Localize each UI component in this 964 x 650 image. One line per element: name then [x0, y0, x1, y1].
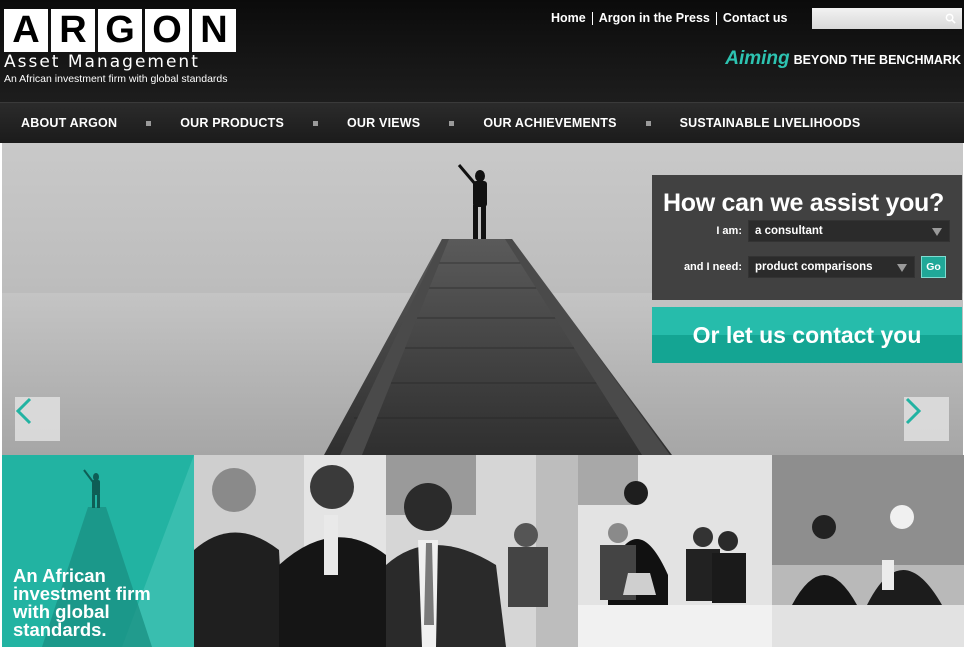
- logo-wordmark: A R G O N: [4, 9, 236, 52]
- nav-bullet: [146, 120, 152, 126]
- search-icon[interactable]: [945, 13, 956, 24]
- business-people-photo: [194, 455, 386, 647]
- need-select-value: product comparisons: [755, 261, 873, 273]
- iam-label: I am:: [716, 225, 742, 237]
- meeting-photo: [578, 455, 772, 647]
- boardroom-photo: [772, 455, 964, 647]
- search-input[interactable]: [812, 8, 962, 29]
- slogan-highlight: Aiming: [725, 48, 790, 69]
- logo-subtitle: Asset Management: [4, 52, 200, 72]
- chevron-left-icon: [15, 397, 32, 425]
- dropdown-caret-icon: [932, 228, 942, 236]
- logo-tagline: An African investment firm with global s…: [4, 73, 228, 85]
- nav-link-press[interactable]: Argon in the Press: [593, 11, 716, 25]
- tile-about[interactable]: An African investment firm with global s…: [2, 455, 194, 647]
- assist-title: How can we assist you?: [663, 189, 944, 217]
- logo[interactable]: A R G O N Asset Management An African in…: [4, 9, 236, 85]
- go-button[interactable]: Go: [921, 256, 946, 278]
- nav-bullet: [645, 120, 651, 126]
- need-label: and I need:: [683, 261, 742, 273]
- slider-prev-button[interactable]: [15, 397, 60, 441]
- assist-panel: How can we assist you? I am: a consultan…: [652, 175, 962, 300]
- main-nav-products[interactable]: OUR PRODUCTS: [180, 116, 284, 130]
- need-select[interactable]: product comparisons: [748, 256, 915, 278]
- logo-letter: R: [51, 9, 95, 52]
- dropdown-caret-icon: [897, 264, 907, 272]
- search-box: [812, 8, 962, 29]
- assist-row-need: and I need: product comparisons Go: [652, 256, 946, 278]
- main-nav-livelihoods[interactable]: SUSTAINABLE LIVELIHOODS: [680, 116, 861, 130]
- assist-row-role: I am: a consultant: [652, 220, 950, 242]
- role-select[interactable]: a consultant: [748, 220, 950, 242]
- slogan: Aiming BEYOND THE BENCHMARK: [725, 48, 961, 70]
- nav-bullet: [449, 120, 455, 126]
- main-nav-views[interactable]: OUR VIEWS: [347, 116, 420, 130]
- slogan-text: BEYOND THE BENCHMARK: [793, 53, 961, 67]
- site-header: A R G O N Asset Management An African in…: [0, 0, 964, 102]
- main-nav-about[interactable]: ABOUT ARGON: [21, 116, 117, 130]
- tile-photo-2[interactable]: [386, 455, 578, 647]
- tile-about-text: An African investment firm with global s…: [13, 565, 151, 640]
- tile-photo-4[interactable]: [772, 455, 964, 647]
- slider-next-button[interactable]: [904, 397, 949, 441]
- tile-photo-3[interactable]: [578, 455, 772, 647]
- main-nav: ABOUT ARGON OUR PRODUCTS OUR VIEWS OUR A…: [0, 102, 964, 143]
- logo-letter: A: [4, 9, 48, 52]
- logo-letter: O: [145, 9, 189, 52]
- nav-link-contact[interactable]: Contact us: [717, 11, 794, 25]
- contact-us-button[interactable]: Or let us contact you: [652, 307, 962, 363]
- businessman-photo: [386, 455, 578, 647]
- logo-letter: G: [98, 9, 142, 52]
- top-nav: Home Argon in the Press Contact us: [545, 11, 793, 25]
- main-nav-achievements[interactable]: OUR ACHIEVEMENTS: [483, 116, 616, 130]
- chevron-right-icon: [905, 397, 922, 425]
- feature-tiles: An African investment firm with global s…: [2, 455, 964, 647]
- logo-letter: N: [192, 9, 236, 52]
- nav-link-home[interactable]: Home: [545, 11, 592, 25]
- tile-photo-1[interactable]: [194, 455, 386, 647]
- role-select-value: a consultant: [755, 225, 823, 237]
- nav-bullet: [312, 120, 318, 126]
